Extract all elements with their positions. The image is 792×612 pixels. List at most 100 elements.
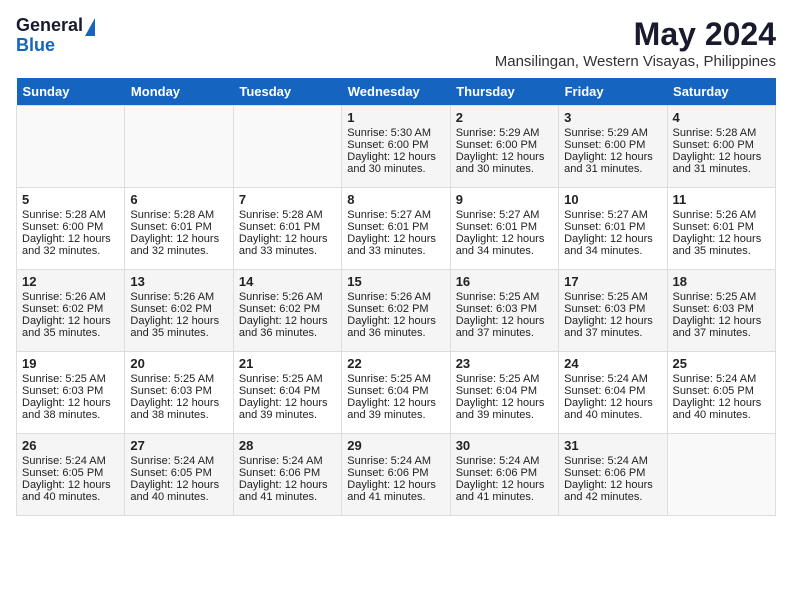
day-info-line: and 39 minutes. <box>456 409 553 421</box>
day-number: 31 <box>564 438 661 453</box>
day-number: 25 <box>673 356 770 371</box>
day-info-line: and 37 minutes. <box>456 327 553 339</box>
day-info-line: Daylight: 12 hours <box>347 315 444 327</box>
day-number: 29 <box>347 438 444 453</box>
day-number: 8 <box>347 192 444 207</box>
logo-general: General <box>16 15 83 35</box>
header-tuesday: Tuesday <box>233 78 341 106</box>
day-info-line: Sunset: 6:02 PM <box>239 303 336 315</box>
title-block: May 2024 Mansilingan, Western Visayas, P… <box>495 16 776 70</box>
calendar-cell: 19Sunrise: 5:25 AMSunset: 6:03 PMDayligh… <box>17 352 125 434</box>
day-info-line: Sunset: 6:02 PM <box>347 303 444 315</box>
day-info-line: Sunset: 6:04 PM <box>456 385 553 397</box>
day-info-line: and 32 minutes. <box>130 245 227 257</box>
calendar-cell: 6Sunrise: 5:28 AMSunset: 6:01 PMDaylight… <box>125 188 233 270</box>
calendar-cell: 12Sunrise: 5:26 AMSunset: 6:02 PMDayligh… <box>17 270 125 352</box>
day-info-line: and 40 minutes. <box>673 409 770 421</box>
day-info-line: and 30 minutes. <box>347 163 444 175</box>
calendar-cell: 9Sunrise: 5:27 AMSunset: 6:01 PMDaylight… <box>450 188 558 270</box>
day-number: 11 <box>673 192 770 207</box>
calendar-cell: 31Sunrise: 5:24 AMSunset: 6:06 PMDayligh… <box>559 434 667 516</box>
day-info-line: Sunrise: 5:25 AM <box>673 291 770 303</box>
day-number: 12 <box>22 274 119 289</box>
day-info-line: and 41 minutes. <box>456 491 553 503</box>
day-number: 28 <box>239 438 336 453</box>
day-info-line: Sunrise: 5:24 AM <box>456 455 553 467</box>
day-number: 14 <box>239 274 336 289</box>
calendar-cell: 1Sunrise: 5:30 AMSunset: 6:00 PMDaylight… <box>342 106 450 188</box>
day-info-line: and 35 minutes. <box>130 327 227 339</box>
day-info-line: Daylight: 12 hours <box>456 315 553 327</box>
day-info-line: Sunset: 6:01 PM <box>347 221 444 233</box>
day-number: 6 <box>130 192 227 207</box>
calendar-cell: 14Sunrise: 5:26 AMSunset: 6:02 PMDayligh… <box>233 270 341 352</box>
day-info-line: and 40 minutes. <box>22 491 119 503</box>
day-number: 3 <box>564 110 661 125</box>
day-info-line: and 37 minutes. <box>564 327 661 339</box>
calendar-cell: 5Sunrise: 5:28 AMSunset: 6:00 PMDaylight… <box>17 188 125 270</box>
location-title: Mansilingan, Western Visayas, Philippine… <box>495 53 776 70</box>
day-number: 16 <box>456 274 553 289</box>
logo-blue: Blue <box>16 35 55 55</box>
day-info-line: Daylight: 12 hours <box>564 233 661 245</box>
day-info-line: Daylight: 12 hours <box>564 397 661 409</box>
day-info-line: and 39 minutes. <box>347 409 444 421</box>
day-info-line: Sunrise: 5:25 AM <box>239 373 336 385</box>
header-saturday: Saturday <box>667 78 775 106</box>
day-number: 22 <box>347 356 444 371</box>
day-number: 10 <box>564 192 661 207</box>
day-info-line: Daylight: 12 hours <box>564 315 661 327</box>
day-info-line: Sunrise: 5:28 AM <box>22 209 119 221</box>
day-info-line: Sunrise: 5:29 AM <box>564 127 661 139</box>
calendar-cell: 26Sunrise: 5:24 AMSunset: 6:05 PMDayligh… <box>17 434 125 516</box>
day-info-line: Sunrise: 5:27 AM <box>456 209 553 221</box>
day-info-line: Sunrise: 5:27 AM <box>347 209 444 221</box>
calendar-cell <box>17 106 125 188</box>
day-info-line: Daylight: 12 hours <box>564 151 661 163</box>
header-wednesday: Wednesday <box>342 78 450 106</box>
day-info-line: Daylight: 12 hours <box>456 233 553 245</box>
calendar-cell: 4Sunrise: 5:28 AMSunset: 6:00 PMDaylight… <box>667 106 775 188</box>
day-info-line: Sunrise: 5:24 AM <box>347 455 444 467</box>
header-monday: Monday <box>125 78 233 106</box>
day-info-line: Sunrise: 5:26 AM <box>130 291 227 303</box>
week-row-3: 12Sunrise: 5:26 AMSunset: 6:02 PMDayligh… <box>17 270 776 352</box>
day-info-line: Sunset: 6:05 PM <box>22 467 119 479</box>
day-info-line: Sunrise: 5:28 AM <box>239 209 336 221</box>
calendar-cell <box>125 106 233 188</box>
logo: General Blue <box>16 16 95 56</box>
day-number: 5 <box>22 192 119 207</box>
day-info-line: Daylight: 12 hours <box>130 479 227 491</box>
day-info-line: and 38 minutes. <box>22 409 119 421</box>
day-info-line: Sunrise: 5:26 AM <box>22 291 119 303</box>
day-info-line: and 33 minutes. <box>347 245 444 257</box>
day-info-line: Sunset: 6:01 PM <box>673 221 770 233</box>
day-number: 24 <box>564 356 661 371</box>
day-info-line: and 41 minutes. <box>239 491 336 503</box>
day-info-line: Daylight: 12 hours <box>239 479 336 491</box>
day-info-line: Daylight: 12 hours <box>673 151 770 163</box>
calendar-cell: 2 Sunrise: 5:29 AMSunset: 6:00 PMDaylight… <box>450 106 558 188</box>
day-info-line: Sunset: 6:03 PM <box>130 385 227 397</box>
day-info-line: Sunrise: 5:29 AM <box>456 127 553 139</box>
day-info-line: Sunset: 6:05 PM <box>673 385 770 397</box>
day-info-line: Sunset: 6:06 PM <box>456 467 553 479</box>
header-thursday: Thursday <box>450 78 558 106</box>
day-info-line: and 31 minutes. <box>673 163 770 175</box>
week-row-1: 1Sunrise: 5:30 AMSunset: 6:00 PMDaylight… <box>17 106 776 188</box>
day-info-line: and 34 minutes. <box>564 245 661 257</box>
day-info-line: Sunrise: 5:30 AM <box>347 127 444 139</box>
day-number: 19 <box>22 356 119 371</box>
day-info-line: and 40 minutes. <box>564 409 661 421</box>
day-info-line: Daylight: 12 hours <box>347 233 444 245</box>
day-number: 1 <box>347 110 444 125</box>
day-info-line: Sunset: 6:04 PM <box>564 385 661 397</box>
header-row: SundayMondayTuesdayWednesdayThursdayFrid… <box>17 78 776 106</box>
day-info-line: Sunset: 6:00 PM <box>456 139 553 151</box>
day-info-line: Sunrise: 5:24 AM <box>564 373 661 385</box>
day-info-line: Sunset: 6:06 PM <box>239 467 336 479</box>
day-number: 2 <box>456 110 553 125</box>
day-info-line: Daylight: 12 hours <box>456 151 553 163</box>
day-info-line: Daylight: 12 hours <box>239 397 336 409</box>
day-info-line: and 33 minutes. <box>239 245 336 257</box>
